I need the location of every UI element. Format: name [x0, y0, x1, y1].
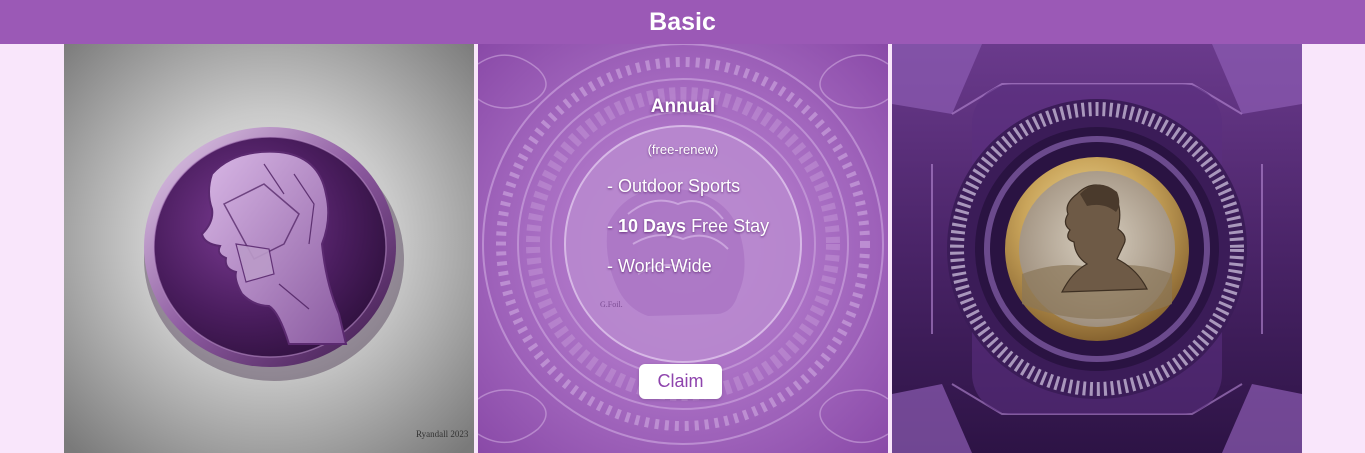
feature-item: - Outdoor Sports: [607, 176, 741, 196]
claim-button[interactable]: Claim: [639, 364, 722, 399]
feature-item: - World-Wide: [607, 256, 712, 276]
feature-list: - Outdoor Sports - 10 Days Free Stay - W…: [607, 174, 769, 294]
feature-item: - 10 Days Free Stay: [607, 216, 770, 236]
plan-title: Annual: [650, 96, 716, 117]
plan-card: G.Foil. Annual (free-renew) - Outdoor Sp…: [478, 44, 888, 453]
coin-image-right: [892, 44, 1302, 453]
page-title: Basic: [649, 7, 716, 36]
coin-profile-illustration: Ryandall 2023: [64, 44, 474, 453]
ornate-coin-illustration: [892, 44, 1302, 453]
artist-signature: Ryandall 2023: [416, 429, 469, 439]
plan-overlay: Annual (free-renew) - Outdoor Sports - 1…: [478, 44, 888, 453]
header-bar: Basic: [0, 0, 1365, 44]
plan-subtitle: (free-renew): [647, 142, 719, 157]
coin-image-left: Ryandall 2023: [64, 44, 474, 453]
